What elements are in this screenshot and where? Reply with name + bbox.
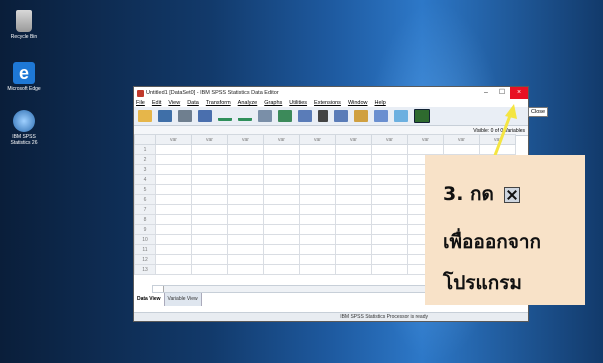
close-x-icon	[503, 186, 520, 203]
annotation-line-1: 3. กด	[443, 183, 520, 205]
annotation-line-2: เพื่อออกจาก	[443, 231, 542, 253]
annotation-box: 3. กด เพื่อออกจาก โปรแกรม	[425, 155, 585, 305]
annotation-step-text: 3. กด	[443, 183, 494, 205]
annotation-line-3: โปรแกรม	[443, 272, 522, 294]
